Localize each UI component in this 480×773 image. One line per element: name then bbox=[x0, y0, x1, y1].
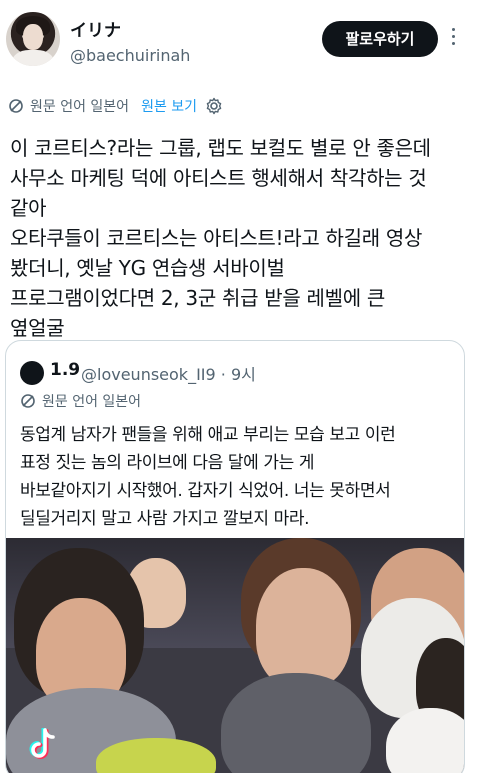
tweet-line: 옆얼굴 bbox=[10, 316, 65, 340]
quoted-tweet-card[interactable]: 1.9 @loveunseok_II9 · 9시 원문 언어 일본어 동업계 남… bbox=[5, 340, 465, 773]
person-figure bbox=[96, 738, 216, 773]
quoted-tweet-text: 동업계 남자가 팬들을 위해 애교 부리는 모습 보고 이런 표정 짓는 놈의 … bbox=[20, 421, 460, 533]
translate-icon bbox=[9, 99, 23, 113]
quoted-line: 딜딜거리지 말고 사람 가지고 깔보지 마라. bbox=[20, 509, 310, 529]
translation-bar: 원문 언어 일본어 원본 보기 bbox=[8, 96, 223, 116]
avatar-body bbox=[12, 50, 54, 66]
quoted-translation-bar: 원문 언어 일본어 bbox=[20, 391, 141, 411]
quoted-video-thumbnail[interactable] bbox=[6, 538, 464, 773]
more-options-icon[interactable] bbox=[449, 28, 457, 50]
person-figure bbox=[221, 673, 371, 773]
display-name[interactable]: イリナ bbox=[70, 16, 121, 41]
tweet-line: 봤더니, 옛날 YG 연습생 서바이벌 bbox=[10, 256, 285, 280]
source-language-label: 원문 언어 일본어 bbox=[30, 99, 130, 115]
person-figure bbox=[256, 568, 351, 688]
quoted-handle-time[interactable]: @loveunseok_II9 · 9시 bbox=[81, 361, 256, 385]
show-original-link[interactable]: 원본 보기 bbox=[141, 96, 197, 116]
follow-button[interactable]: 팔로우하기 bbox=[322, 21, 438, 57]
quoted-line: 바보같아지기 시작했어. 갑자기 식었어. 너는 못하면서 bbox=[20, 481, 391, 501]
tweet-line: 프로그램이었다면 2, 3군 취급 받을 레벨에 큰 bbox=[10, 286, 385, 310]
avatar-face bbox=[23, 24, 43, 50]
tweet-line: 같아 bbox=[10, 196, 47, 220]
tweet-line: 사무소 마케팅 덕에 아티스트 행세해서 착각하는 것 bbox=[10, 166, 427, 190]
tweet-header: イリナ @baechuirinah 팔로우하기 bbox=[0, 0, 480, 80]
tweet-line: 오타쿠들이 코르티스는 아티스트!라고 하길래 영상 bbox=[10, 226, 423, 250]
tiktok-logo-icon bbox=[29, 728, 55, 759]
quoted-display-name[interactable]: 1.9 bbox=[50, 360, 80, 380]
quoted-line: 동업계 남자가 팬들을 위해 애교 부리는 모습 보고 이런 bbox=[20, 425, 396, 445]
translate-icon bbox=[21, 394, 35, 408]
quoted-user-avatar[interactable] bbox=[20, 361, 44, 385]
gear-icon[interactable] bbox=[205, 97, 223, 115]
tweet-line: 이 코르티스?라는 그룹, 랩도 보컬도 별로 안 좋은데 bbox=[10, 136, 431, 160]
quoted-line: 표정 짓는 놈의 라이브에 다음 달에 가는 게 bbox=[20, 453, 315, 473]
tweet-text: 이 코르티스?라는 그룹, 랩도 보컬도 별로 안 좋은데 사무소 마케팅 덕에… bbox=[10, 133, 472, 343]
user-handle[interactable]: @baechuirinah bbox=[70, 46, 190, 65]
user-avatar[interactable] bbox=[6, 12, 60, 66]
quoted-source-language-label: 원문 언어 일본어 bbox=[42, 394, 142, 410]
